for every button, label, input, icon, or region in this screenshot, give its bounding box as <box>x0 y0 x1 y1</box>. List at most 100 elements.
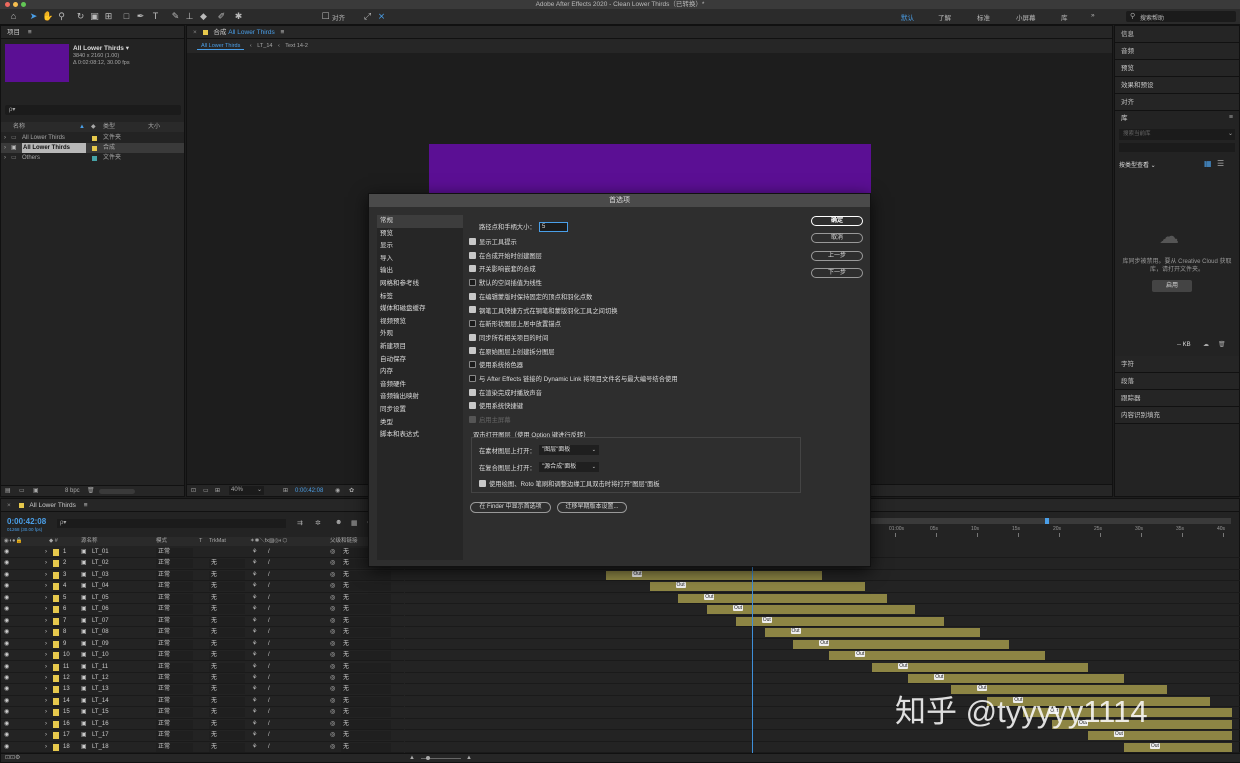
out-marker[interactable]: Out <box>675 582 686 589</box>
shy-switch-icon[interactable]: ⚘ <box>252 730 257 741</box>
align-checkbox[interactable]: ☐ <box>320 11 331 22</box>
breadcrumb-tab[interactable]: Text 14-2 <box>285 43 308 49</box>
layer-name[interactable]: LT_18 <box>92 742 109 753</box>
layer-row[interactable]: ◉ › 4 ▣ LT_04 正常 无 ⚘ / ◎ 无 <box>1 581 404 593</box>
timeline-current-time[interactable]: 0:00:42:08 <box>7 517 46 526</box>
layer-row[interactable]: ◉ › 9 ▣ LT_09 正常 无 ⚘ / ◎ 无 <box>1 639 404 651</box>
zoom-out-icon[interactable]: ▲ <box>409 754 415 763</box>
parent-dropdown[interactable]: 无 <box>341 719 391 729</box>
out-marker[interactable]: Out <box>934 673 945 680</box>
pan-behind-tool-icon[interactable]: ⊞ <box>103 11 114 22</box>
time-ruler[interactable]: 01:00s 05s 10s 15s 20s 25s 30s 35s 40s <box>871 526 1233 538</box>
migrate-settings-button[interactable]: 迁移早期版本设置... <box>557 502 627 513</box>
new-composition-icon[interactable]: ▣ <box>33 486 39 497</box>
snapshot-icon[interactable]: ◉ <box>335 485 340 497</box>
expand-arrow-icon[interactable]: › <box>45 730 47 741</box>
shy-switch-icon[interactable]: ⚘ <box>252 570 257 581</box>
out-marker[interactable]: Out <box>855 651 866 658</box>
eye-icon[interactable]: ◉ <box>4 662 9 673</box>
parent-dropdown[interactable]: 无 <box>341 696 391 706</box>
hand-tool-icon[interactable]: ✋ <box>42 11 53 22</box>
col-t[interactable]: T <box>199 537 202 546</box>
layer-name[interactable]: LT_11 <box>92 662 108 673</box>
comp-open-dropdown[interactable]: "源合成"面板 ⌄ <box>539 462 599 472</box>
expand-arrow-icon[interactable]: › <box>45 696 47 707</box>
expand-arrow-icon[interactable]: › <box>45 570 47 581</box>
always-preview-icon[interactable]: ⊡ <box>191 485 196 497</box>
layer-duration-bar[interactable]: Out <box>735 616 945 626</box>
layer-label-swatch[interactable] <box>53 606 59 614</box>
grid-view-icon[interactable]: ▦ <box>1204 159 1212 168</box>
audio-panel[interactable]: 音频 <box>1115 43 1239 60</box>
trkmat-dropdown[interactable]: 无 <box>209 582 245 592</box>
zoom-in-icon[interactable]: ▲ <box>466 754 472 763</box>
pickwhip-icon[interactable]: ◎ <box>330 558 335 569</box>
pickwhip-icon[interactable]: ◎ <box>330 581 335 592</box>
layer-row[interactable]: ◉ › 15 ▣ LT_15 正常 无 ⚘ / ◎ 无 <box>1 707 404 719</box>
shy-switch-icon[interactable]: ⚘ <box>252 581 257 592</box>
checkbox[interactable] <box>469 292 476 300</box>
layer-row[interactable]: ◉ › 2 ▣ LT_02 正常无 ⚘ / ◎ 无 <box>1 558 404 570</box>
expand-arrow-icon[interactable]: › <box>45 558 47 569</box>
layer-mode-dropdown[interactable]: 正常 <box>156 628 193 638</box>
pickwhip-icon[interactable]: ◎ <box>330 696 335 707</box>
quality-switch-icon[interactable]: / <box>268 639 270 650</box>
new-folder-icon[interactable]: ▭ <box>19 486 25 497</box>
shy-switch-icon[interactable]: ⚘ <box>252 604 257 615</box>
layer-label-swatch[interactable] <box>53 571 59 579</box>
expand-arrow-icon[interactable]: › <box>45 604 47 615</box>
layer-name[interactable]: LT_13 <box>92 684 109 695</box>
quality-switch-icon[interactable]: / <box>268 547 270 558</box>
checkbox[interactable] <box>469 361 476 369</box>
layer-row[interactable]: ◉ › 3 ▣ LT_03 正常 无 ⚘ / ◎ 无 <box>1 570 404 582</box>
col-mode[interactable]: 模式 <box>156 537 167 546</box>
minimize-window-button[interactable] <box>13 2 18 7</box>
eye-icon[interactable]: ◉ <box>4 650 9 661</box>
timeline-comp-tab[interactable]: All Lower Thirds <box>29 502 75 509</box>
timeline-search-input[interactable]: ρ▾ <box>57 519 286 528</box>
pen-tool-icon[interactable]: ✒ <box>135 11 146 22</box>
character-panel[interactable]: 字符 <box>1115 356 1239 373</box>
quality-switch-icon[interactable]: / <box>268 673 270 684</box>
layer-mode-dropdown[interactable]: 正常 <box>156 570 193 580</box>
layer-duration-bar[interactable]: Out <box>1123 742 1232 752</box>
eye-icon[interactable]: ◉ <box>4 627 9 638</box>
checkbox[interactable] <box>469 251 476 259</box>
option-row[interactable]: 同步所有相关项目的时间 <box>469 332 548 345</box>
layer-label-swatch[interactable] <box>53 697 59 705</box>
option-row[interactable]: 显示工具提示 <box>469 236 517 249</box>
trkmat-dropdown[interactable]: 无 <box>209 719 245 729</box>
pickwhip-icon[interactable]: ◎ <box>330 627 335 638</box>
eye-icon[interactable]: ◉ <box>4 558 9 569</box>
paint-open-option[interactable]: 使用绘图、Roto 笔刷和调整边缘工具双击时将打开"图层"面板 <box>479 479 660 488</box>
layer-name[interactable]: LT_05 <box>92 593 109 604</box>
zoom-slider-handle[interactable] <box>426 756 430 760</box>
layer-mode-dropdown[interactable]: 正常 <box>156 708 193 718</box>
parent-dropdown[interactable]: 无 <box>341 616 391 626</box>
pickwhip-icon[interactable]: ◎ <box>330 742 335 753</box>
content-aware-fill-panel[interactable]: 内容识别填充 <box>1115 407 1239 424</box>
chevron-down-icon[interactable]: ⌄ <box>1228 130 1233 137</box>
interpret-footage-icon[interactable]: ▤ <box>5 486 11 497</box>
puppet-pin-tool-icon[interactable]: ✱ <box>233 11 244 22</box>
clone-stamp-tool-icon[interactable]: ⊥ <box>184 11 195 22</box>
layer-duration-bar[interactable]: Out <box>707 605 916 615</box>
tracker-panel[interactable]: 跟踪器 <box>1115 390 1239 407</box>
quality-switch-icon[interactable]: / <box>268 650 270 661</box>
layer-mode-dropdown[interactable]: 正常 <box>156 582 193 592</box>
option-row[interactable]: 与 After Effects 链接的 Dynamic Link 将项目文件名与… <box>469 373 678 386</box>
trkmat-dropdown[interactable]: 无 <box>209 673 245 683</box>
trkmat-dropdown[interactable]: 无 <box>209 662 245 672</box>
parent-dropdown[interactable]: 无 <box>341 570 391 580</box>
trkmat-dropdown[interactable]: 无 <box>209 742 245 752</box>
resolution-icon[interactable]: ▭ <box>203 485 209 497</box>
breadcrumb-tab[interactable]: LT_14 <box>257 43 272 49</box>
effects-presets-panel[interactable]: 效果和预设 <box>1115 77 1239 94</box>
out-marker[interactable]: Out <box>1113 731 1124 738</box>
enable-library-button[interactable]: 启用 <box>1152 280 1192 292</box>
toggle-switches-icon[interactable]: ⊡⊡⚙ <box>5 754 20 763</box>
project-row-selected[interactable]: › ▣ All Lower Thirds 合成 <box>1 143 184 153</box>
cancel-button[interactable]: 取消 <box>811 233 863 243</box>
delete-icon[interactable]: 🗑 <box>1218 341 1226 348</box>
layer-row[interactable]: ◉ › 14 ▣ LT_14 正常 无 ⚘ / ◎ 无 <box>1 696 404 708</box>
